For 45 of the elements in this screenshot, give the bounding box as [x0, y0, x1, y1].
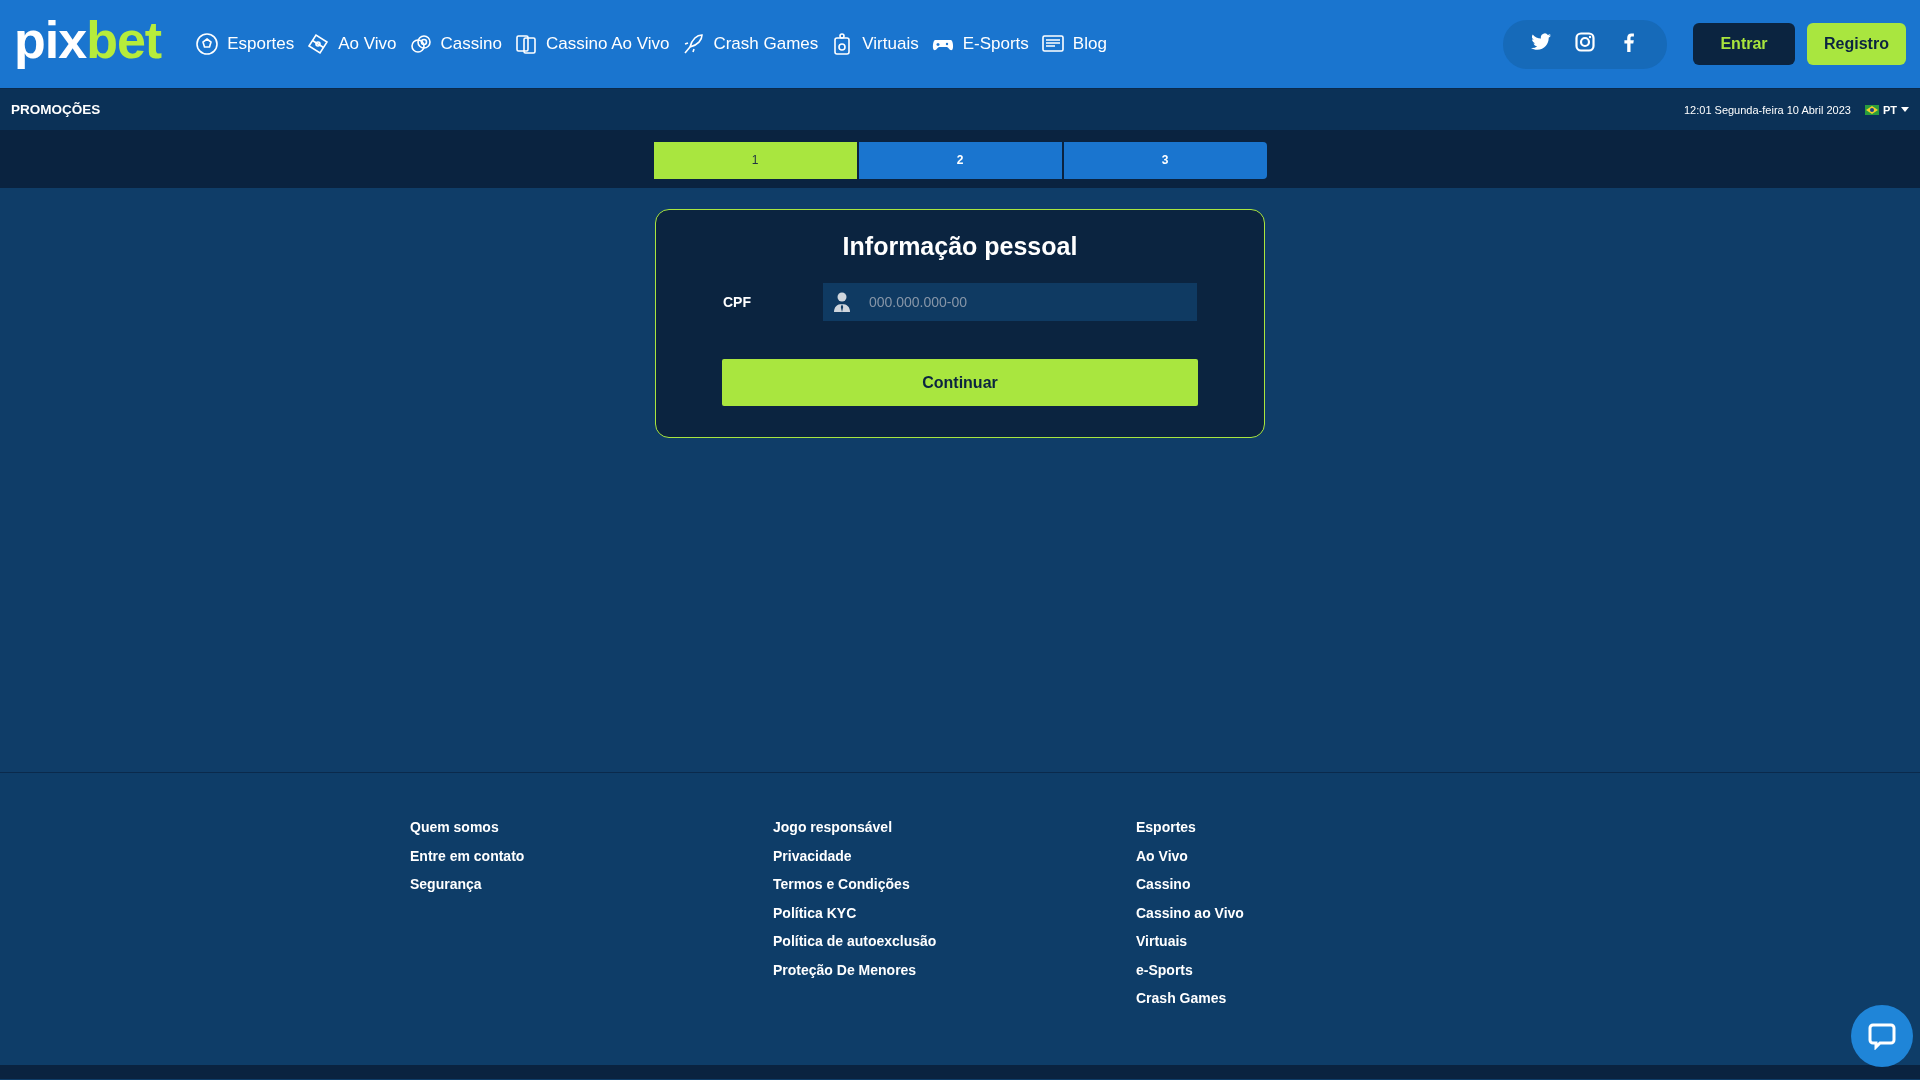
footer-link[interactable]: Jogo responsável [773, 818, 893, 837]
date-time: 12:01 Segunda-feira 10 Abril 2023 [1683, 103, 1851, 116]
field-label: CPF [723, 294, 752, 310]
chips-icon [408, 32, 433, 56]
step-tab[interactable]: 3 [1063, 141, 1267, 179]
footer-link[interactable]: Privacidade [773, 846, 852, 865]
chat-bubble-icon [1868, 1022, 1896, 1050]
header-button[interactable]: Entrar [1693, 23, 1795, 65]
step-tab[interactable]: 1 [653, 141, 857, 179]
field-icon [306, 32, 331, 56]
footer-link[interactable]: Cassino [1136, 875, 1191, 894]
nav-link[interactable]: E-Sports [930, 32, 1029, 56]
brazil-flag-icon [1864, 104, 1879, 115]
continue-button[interactable]: Continuar [722, 359, 1198, 406]
footer-link[interactable]: Crash Games [1136, 989, 1227, 1008]
footer-link[interactable]: Política KYC [773, 903, 857, 922]
footer-link[interactable]: Política de autoexclusão [773, 932, 937, 951]
footer-link[interactable]: Proteção De Menores [773, 960, 917, 979]
language-selector[interactable]: PT [1864, 103, 1909, 116]
ball-icon [195, 32, 220, 56]
step-tab[interactable]: 2 [858, 141, 1062, 179]
nav-link[interactable]: Crash Games [681, 32, 819, 56]
footer-link[interactable]: Termos e Condições [773, 875, 910, 894]
footer-link[interactable]: Segurança [410, 875, 482, 894]
form-title: Informação pessoal [842, 232, 1078, 261]
footer-link[interactable]: e-Sports [1136, 960, 1193, 979]
cards-icon [513, 32, 538, 56]
footer-link[interactable]: Ao Vivo [1136, 846, 1188, 865]
instagram-icon[interactable] [1573, 29, 1597, 54]
footer-link[interactable]: Quem somos [410, 818, 499, 837]
user-icon [833, 291, 851, 313]
nav-link[interactable]: Cassino Ao Vivo [513, 32, 670, 56]
footer-link[interactable]: Cassino ao Vivo [1136, 903, 1244, 922]
page-title: PROMOÇÕES [11, 102, 101, 117]
nav-link[interactable]: Cassino [408, 32, 502, 56]
nav-link[interactable]: Blog [1040, 32, 1107, 56]
caret-icon [1901, 107, 1909, 112]
nav-link[interactable]: Ao Vivo [306, 32, 397, 56]
nav-link[interactable]: Esportes [195, 32, 295, 56]
header-button[interactable]: Registro [1807, 23, 1906, 65]
footer-link[interactable]: Virtuais [1136, 932, 1188, 951]
footer-link[interactable]: Esportes [1136, 818, 1196, 837]
footer-link[interactable]: Entre em contato [410, 846, 525, 865]
nav-link[interactable]: Virtuais [830, 32, 919, 56]
input-field[interactable]: 000.000.000-00 [823, 283, 1197, 321]
